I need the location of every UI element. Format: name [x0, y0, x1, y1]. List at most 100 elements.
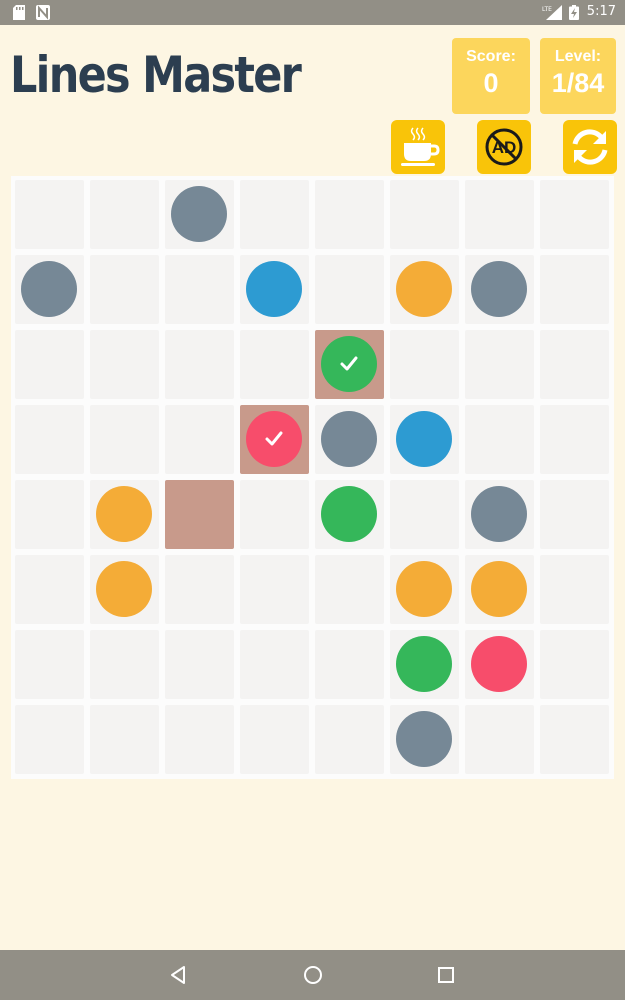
board-cell[interactable]	[240, 180, 309, 249]
board-cell[interactable]	[390, 180, 459, 249]
board-cell[interactable]	[90, 330, 159, 399]
orange-ball[interactable]	[396, 261, 452, 317]
orange-ball[interactable]	[396, 561, 452, 617]
board-cell[interactable]	[540, 480, 609, 549]
score-card: Score: 0	[452, 38, 530, 114]
board-cell[interactable]	[165, 180, 234, 249]
board-cell[interactable]	[540, 630, 609, 699]
board-cell[interactable]	[165, 480, 234, 549]
no-ads-button[interactable]: AD	[477, 120, 531, 174]
board-cell[interactable]	[240, 330, 309, 399]
board-cell[interactable]	[240, 705, 309, 774]
gray-ball[interactable]	[471, 486, 527, 542]
board-cell[interactable]	[315, 255, 384, 324]
lte-signal-icon: LTE	[542, 5, 562, 20]
board-cell[interactable]	[15, 555, 84, 624]
board-cell[interactable]	[165, 630, 234, 699]
board-cell[interactable]	[465, 255, 534, 324]
blue-ball[interactable]	[396, 411, 452, 467]
board-cell[interactable]	[165, 330, 234, 399]
board-cell[interactable]	[90, 405, 159, 474]
board-cell[interactable]	[90, 480, 159, 549]
board-cell[interactable]	[465, 480, 534, 549]
board-cell[interactable]	[90, 555, 159, 624]
board-cell[interactable]	[15, 405, 84, 474]
board-cell[interactable]	[465, 405, 534, 474]
board-cell[interactable]	[540, 405, 609, 474]
board-cell[interactable]	[15, 630, 84, 699]
board-cell[interactable]	[540, 255, 609, 324]
board-cell[interactable]	[240, 255, 309, 324]
board-cell[interactable]	[15, 330, 84, 399]
orange-ball[interactable]	[96, 486, 152, 542]
board-cell[interactable]	[315, 405, 384, 474]
home-icon[interactable]	[300, 962, 326, 988]
board-cell[interactable]	[540, 180, 609, 249]
board-cell[interactable]	[315, 555, 384, 624]
board-cell[interactable]	[465, 330, 534, 399]
green-ball[interactable]	[396, 636, 452, 692]
board-cell[interactable]	[390, 555, 459, 624]
board-cell[interactable]	[90, 705, 159, 774]
level-value: 1/84	[551, 68, 605, 98]
gray-ball[interactable]	[396, 711, 452, 767]
orange-ball[interactable]	[471, 561, 527, 617]
board-cell[interactable]	[390, 630, 459, 699]
board-cell[interactable]	[240, 630, 309, 699]
board-cell[interactable]	[465, 555, 534, 624]
red-ball[interactable]	[246, 411, 302, 467]
board-cell[interactable]	[540, 330, 609, 399]
board-cell[interactable]	[90, 630, 159, 699]
sd-card-icon	[13, 5, 25, 20]
status-bar: LTE 5:17	[0, 0, 625, 25]
orange-ball[interactable]	[96, 561, 152, 617]
coffee-cup-icon	[401, 127, 440, 166]
gray-ball[interactable]	[171, 186, 227, 242]
app-title: Lines Master	[10, 46, 302, 104]
gray-ball[interactable]	[321, 411, 377, 467]
blue-ball[interactable]	[246, 261, 302, 317]
board-cell[interactable]	[15, 180, 84, 249]
red-ball[interactable]	[471, 636, 527, 692]
game-board	[11, 176, 614, 779]
board-cell[interactable]	[90, 255, 159, 324]
board-cell[interactable]	[390, 705, 459, 774]
board-cell[interactable]	[315, 330, 384, 399]
coffee-button[interactable]	[391, 120, 445, 174]
navigation-bar	[0, 950, 625, 1000]
board-cell[interactable]	[390, 480, 459, 549]
board-cell[interactable]	[240, 480, 309, 549]
board-cell[interactable]	[15, 480, 84, 549]
green-ball[interactable]	[321, 336, 377, 392]
recents-icon[interactable]	[433, 962, 459, 988]
green-ball[interactable]	[321, 486, 377, 542]
board-cell[interactable]	[315, 180, 384, 249]
board-cell[interactable]	[240, 405, 309, 474]
board-cell[interactable]	[390, 330, 459, 399]
board-cell[interactable]	[390, 255, 459, 324]
board-cell[interactable]	[315, 630, 384, 699]
board-cell[interactable]	[90, 180, 159, 249]
board-cell[interactable]	[390, 405, 459, 474]
board-cell[interactable]	[15, 255, 84, 324]
board-cell[interactable]	[165, 255, 234, 324]
board-cell[interactable]	[465, 630, 534, 699]
checkmark-icon	[265, 431, 283, 446]
board-cell[interactable]	[540, 555, 609, 624]
board-cell[interactable]	[15, 705, 84, 774]
gray-ball[interactable]	[21, 261, 77, 317]
board-cell[interactable]	[165, 555, 234, 624]
board-cell[interactable]	[165, 705, 234, 774]
back-icon[interactable]	[166, 962, 192, 988]
board-cell[interactable]	[465, 705, 534, 774]
board-cell[interactable]	[240, 555, 309, 624]
board-cell[interactable]	[315, 705, 384, 774]
gray-ball[interactable]	[471, 261, 527, 317]
svg-text:LTE: LTE	[542, 6, 552, 13]
restart-button[interactable]	[563, 120, 617, 174]
board-cell[interactable]	[165, 405, 234, 474]
board-cell[interactable]	[315, 480, 384, 549]
board-cell[interactable]	[540, 705, 609, 774]
battery-charging-icon	[569, 5, 579, 20]
board-cell[interactable]	[465, 180, 534, 249]
